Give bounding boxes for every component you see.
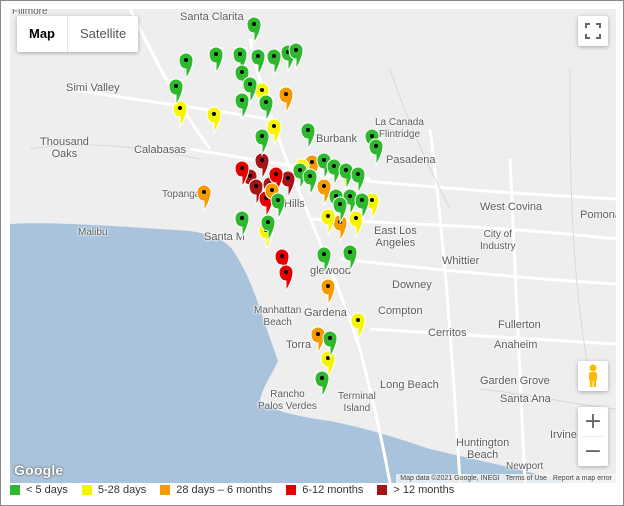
map-type-button[interactable]: Map — [17, 16, 68, 52]
legend-item: 28 days – 6 months — [160, 484, 272, 496]
legend: < 5 days 5-28 days 28 days – 6 months 6-12 … — [10, 484, 468, 496]
map-data-credit: Map data ©2021 Google, INEGI — [400, 475, 500, 482]
legend-label: > 12 months — [393, 484, 455, 496]
legend-swatch — [81, 485, 92, 495]
street-view-pegman-button[interactable] — [578, 361, 608, 391]
marker-5-28-days[interactable] — [348, 210, 364, 239]
google-logo: Google — [14, 462, 64, 478]
legend-item: < 5 days — [10, 484, 68, 496]
marker-28d-6m[interactable] — [320, 278, 336, 307]
marker-28d-6m[interactable] — [316, 178, 332, 207]
legend-label: 5-28 days — [97, 484, 147, 496]
marker-5-28-days[interactable] — [206, 106, 222, 135]
map-widget: Fillmore Santa Clarita Simi Valley Thousand… — [0, 0, 624, 506]
fullscreen-icon — [585, 23, 601, 39]
legend-swatch — [286, 485, 297, 495]
legend-swatch — [160, 485, 171, 495]
map-type-control: Map Satellite — [17, 16, 139, 52]
legend-label: 6-12 months — [302, 484, 364, 496]
marker-under-5-days[interactable] — [314, 370, 330, 399]
legend-label: < 5 days — [26, 484, 68, 496]
terms-of-use-link[interactable]: Terms of Use — [506, 475, 547, 482]
marker-5-28-days[interactable] — [350, 312, 366, 341]
map-canvas[interactable]: Fillmore Santa Clarita Simi Valley Thousand… — [10, 9, 616, 483]
marker-under-5-days[interactable] — [270, 192, 286, 221]
zoom-in-button[interactable]: + — [578, 407, 608, 436]
marker-under-5-days[interactable] — [246, 16, 262, 45]
legend-item: 5-28 days — [81, 484, 147, 496]
marker-5-28-days[interactable] — [266, 118, 282, 147]
marker-under-5-days[interactable] — [250, 48, 266, 77]
marker-under-5-days[interactable] — [234, 210, 250, 239]
report-map-error-link[interactable]: Report a map error — [553, 475, 612, 482]
legend-label: 28 days – 6 months — [176, 484, 273, 496]
zoom-out-button[interactable]: − — [578, 437, 608, 466]
marker-under-5-days[interactable] — [300, 122, 316, 151]
marker-28d-6m[interactable] — [278, 86, 294, 115]
legend-swatch — [377, 485, 388, 495]
pegman-icon — [589, 364, 597, 387]
marker-5-28-days[interactable] — [320, 208, 336, 237]
legend-swatch — [10, 485, 20, 495]
marker-layer[interactable] — [10, 9, 616, 483]
legend-item: 6-12 months — [286, 484, 363, 496]
marker-under-5-days[interactable] — [316, 246, 332, 275]
fullscreen-button[interactable] — [578, 16, 608, 46]
marker-under-5-days[interactable] — [258, 94, 274, 123]
marker-under-5-days[interactable] — [178, 52, 194, 81]
marker-under-5-days[interactable] — [254, 128, 270, 157]
marker-under-5-days[interactable] — [302, 168, 318, 197]
map-attribution: Map data ©2021 Google, INEGI Terms of Us… — [396, 474, 616, 483]
marker-5-28-days[interactable] — [172, 100, 188, 129]
marker-under-5-days[interactable] — [208, 46, 224, 75]
marker-under-5-days[interactable] — [350, 166, 366, 195]
legend-item: > 12 months — [377, 484, 454, 496]
marker-28d-6m[interactable] — [196, 184, 212, 213]
marker-under-5-days[interactable] — [234, 92, 250, 121]
zoom-control: + − — [578, 407, 608, 466]
marker-6-12-months[interactable] — [278, 264, 294, 293]
satellite-type-button[interactable]: Satellite — [68, 16, 138, 52]
marker-under-5-days[interactable] — [342, 244, 358, 273]
marker-under-5-days[interactable] — [266, 48, 282, 77]
marker-under-5-days[interactable] — [368, 138, 384, 167]
